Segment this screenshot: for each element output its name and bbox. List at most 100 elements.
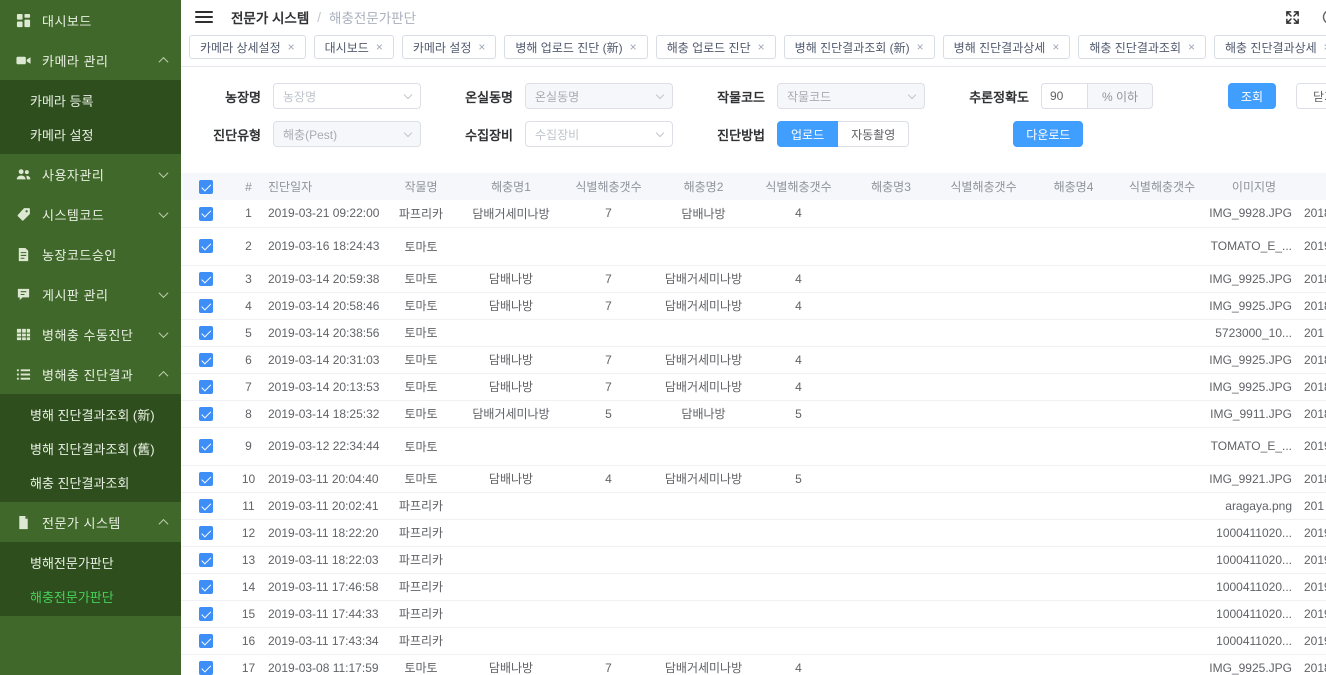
table-cell-no: 6	[231, 346, 266, 373]
search-button[interactable]: 조회	[1228, 83, 1276, 109]
tab-bar: 카메라 상세설정×대시보드×카메라 설정×병해 업로드 진단 (新)×해충 업로…	[181, 30, 1326, 67]
tab-close-icon[interactable]: ×	[917, 41, 924, 53]
sidebar-item-3[interactable]: 사용자관리	[0, 154, 181, 194]
download-button[interactable]: 다운로드	[1013, 121, 1083, 147]
row-checkbox[interactable]	[199, 580, 213, 594]
row-checkbox[interactable]	[199, 299, 213, 313]
tab-close-icon[interactable]: ×	[376, 41, 383, 53]
sidebar-item-4[interactable]: 시스템코드	[0, 194, 181, 234]
tab-2[interactable]: 대시보드×	[314, 35, 394, 59]
tab-close-icon[interactable]: ×	[1188, 41, 1195, 53]
table-cell-pest1	[461, 427, 561, 465]
table-cell-date: 2019-03-11 18:22:20	[266, 519, 381, 546]
row-checkbox[interactable]	[199, 326, 213, 340]
table-cell-pest3	[846, 427, 936, 465]
row-checkbox[interactable]	[199, 353, 213, 367]
tab-5[interactable]: 해충 업로드 진단×	[656, 35, 776, 59]
sidebar-item-7[interactable]: 병해충 수동진단	[0, 314, 181, 354]
tab-close-icon[interactable]: ×	[1052, 41, 1059, 53]
table-cell-pest1: 담배나방	[461, 654, 561, 675]
table-cell-image: aragaya.png	[1208, 492, 1300, 519]
table-cell-count3	[936, 546, 1031, 573]
sidebar-item-8[interactable]: 병해충 진단결과	[0, 354, 181, 394]
table-cell-crop: 토마토	[381, 227, 461, 265]
greenhouse-select[interactable]: 온실동명	[525, 83, 673, 109]
sidebar-item-6[interactable]: 게시판 관리	[0, 274, 181, 314]
tab-8[interactable]: 해충 진단결과조회×	[1078, 35, 1206, 59]
hamburger-icon[interactable]	[195, 11, 213, 24]
device-label: 수집장비	[449, 125, 513, 144]
sidebar-item-9[interactable]: 전문가 시스템	[0, 502, 181, 542]
tab-close-icon[interactable]: ×	[478, 41, 485, 53]
sidebar-subitem-9-1[interactable]: 병해전문가판단	[0, 545, 181, 579]
tab-6[interactable]: 병해 진단결과조회 (新)×	[784, 35, 935, 59]
table-cell-no: 14	[231, 573, 266, 600]
sidebar-subitem-2-1[interactable]: 카메라 등록	[0, 83, 181, 117]
accuracy-input[interactable]	[1041, 83, 1087, 109]
table-cell-count2	[751, 546, 846, 573]
row-checkbox[interactable]	[199, 207, 213, 221]
greenhouse-label: 온실동명	[449, 87, 513, 106]
breadcrumb-section[interactable]: 전문가 시스템	[231, 7, 309, 27]
table-cell-count3	[936, 492, 1031, 519]
table-cell-count3	[936, 319, 1031, 346]
tab-7[interactable]: 병해 진단결과상세×	[943, 35, 1071, 59]
table-cell-pest3	[846, 265, 936, 292]
table-row: 42019-03-14 20:58:46토마토담배나방7담배거세미나방4IMG_…	[181, 292, 1326, 319]
upload-toggle-button[interactable]: 업로드	[777, 121, 838, 147]
sidebar-subitem-9-2[interactable]: 해충전문가판단	[0, 579, 181, 613]
auto-capture-toggle-button[interactable]: 자동촬영	[838, 121, 909, 147]
sidebar-subitem-2-2[interactable]: 카메라 설정	[0, 117, 181, 151]
row-checkbox[interactable]	[199, 499, 213, 513]
table-cell-pest4	[1031, 319, 1116, 346]
tab-close-icon[interactable]: ×	[288, 41, 295, 53]
table-cell-date: 2019-03-08 11:17:59	[266, 654, 381, 675]
diag-type-select[interactable]: 해충(Pest)	[273, 121, 421, 147]
sidebar-subitem-8-3[interactable]: 해충 진단결과조회	[0, 465, 181, 499]
select-all-checkbox[interactable]	[199, 180, 213, 194]
row-checkbox[interactable]	[199, 239, 213, 253]
row-checkbox[interactable]	[199, 607, 213, 621]
row-checkbox[interactable]	[199, 407, 213, 421]
tab-label: 병해 업로드 진단 (新)	[515, 39, 622, 56]
row-checkbox[interactable]	[199, 472, 213, 486]
crop-code-select[interactable]: 작물코드	[777, 83, 925, 109]
user-icon[interactable]	[1322, 9, 1326, 25]
table-cell-pest1	[461, 627, 561, 654]
row-checkbox[interactable]	[199, 526, 213, 540]
row-checkbox[interactable]	[199, 272, 213, 286]
sidebar-item-2[interactable]: 카메라 관리	[0, 40, 181, 80]
row-checkbox[interactable]	[199, 634, 213, 648]
sidebar-submenu: 병해 진단결과조회 (新)병해 진단결과조회 (舊)해충 진단결과조회	[0, 394, 181, 502]
row-checkbox[interactable]	[199, 439, 213, 453]
table-row: 122019-03-11 18:22:20파프리카1000411020...20…	[181, 519, 1326, 546]
tab-3[interactable]: 카메라 설정×	[402, 35, 497, 59]
column-header: 해충명1	[461, 173, 561, 200]
row-checkbox[interactable]	[199, 661, 213, 675]
farm-select[interactable]: 농장명	[273, 83, 421, 109]
tab-9[interactable]: 해충 진단결과상세×	[1214, 35, 1326, 59]
sidebar-subitem-8-1[interactable]: 병해 진단결과조회 (新)	[0, 397, 181, 431]
sidebar-item-1[interactable]: 대시보드	[0, 0, 181, 40]
tab-close-icon[interactable]: ×	[630, 41, 637, 53]
sidebar-item-5[interactable]: 농장코드승인	[0, 234, 181, 274]
tab-1[interactable]: 카메라 상세설정×	[189, 35, 306, 59]
row-checkbox[interactable]	[199, 553, 213, 567]
column-header: 진단일자	[266, 173, 381, 200]
table-cell-count1	[561, 600, 656, 627]
tab-4[interactable]: 병해 업로드 진단 (新) ×	[504, 35, 647, 59]
device-select[interactable]: 수집장비	[525, 121, 673, 147]
tab-close-icon[interactable]: ×	[758, 41, 765, 53]
sidebar-submenu: 병해전문가판단해충전문가판단	[0, 542, 181, 616]
sidebar-nav: 대시보드카메라 관리카메라 등록카메라 설정사용자관리시스템코드농장코드승인게시…	[0, 0, 181, 616]
column-header: 식별해충갯수	[1116, 173, 1208, 200]
table-cell-no: 12	[231, 519, 266, 546]
close-button[interactable]: 닫기	[1296, 83, 1326, 109]
table-cell-count3	[936, 573, 1031, 600]
sidebar-subitem-8-2[interactable]: 병해 진단결과조회 (舊)	[0, 431, 181, 465]
table-cell-date: 2019-03-14 18:25:32	[266, 400, 381, 427]
chevron-down-icon	[159, 208, 169, 218]
table-cell-date: 2019-03-11 20:04:40	[266, 465, 381, 492]
row-checkbox[interactable]	[199, 380, 213, 394]
fullscreen-icon[interactable]	[1285, 10, 1300, 25]
